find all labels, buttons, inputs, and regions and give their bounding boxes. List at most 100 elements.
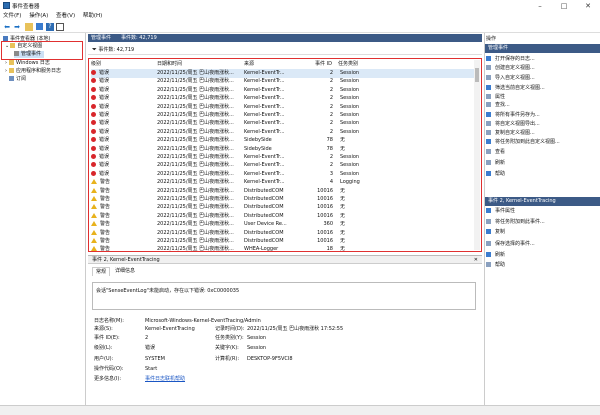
logged-value: 2022/11/25/周五 巴山夜雨涨秋 17:52:55 [247,326,344,332]
user-label: 用户(U): [94,356,114,362]
find-icon [486,102,491,107]
action-properties[interactable]: 属性 [486,93,505,101]
table-scrollbar[interactable] [474,60,480,250]
tree-app-service-logs[interactable]: › 应用程序和服务日志 [5,68,61,75]
event-action-refresh[interactable]: 刷新 [486,251,505,259]
event-action-event-properties[interactable]: 事件属性 [486,207,515,215]
action-import-view[interactable]: 导入自定义视图... [486,74,535,82]
tab-general[interactable]: 常规 [92,267,111,276]
row-task: 无 [340,246,346,252]
detail-tabs: 常规 详细信息 [88,266,482,276]
minimize-icon[interactable]: – [529,0,551,12]
help-icon[interactable]: ? [46,23,54,31]
action-save[interactable]: 将所有事件另存为... [486,111,540,119]
action-help[interactable]: 帮助 [486,170,505,178]
action-view[interactable]: 查看 [486,148,505,156]
row-source: WHEA-Logger [244,246,279,252]
event-id-label: 事件 ID(E): [94,335,120,341]
maximize-icon[interactable]: □ [553,0,575,12]
source-label: 来源(S): [94,326,113,332]
create-view-icon [486,65,491,70]
event-id-value: 2 [145,335,149,341]
help-icon [486,262,491,267]
filter-icon [486,85,491,90]
close-icon[interactable]: ✕ [577,0,599,12]
task-label: 任务类别(Y): [215,335,244,341]
save-icon [486,112,491,117]
refresh-icon [486,252,491,257]
copy-icon [486,229,491,234]
attach-task-icon [486,139,491,144]
col-event-id[interactable]: 事件 ID [315,60,332,69]
log-name-label: 日志名称(M): [94,318,124,324]
detail-header: 事件 2, Kernel-EventTracing ✕ [88,255,482,264]
events-count-bar: ⏷ 事件数: 42,719 [88,44,482,55]
opcode-label: 操作代码(O): [94,366,124,372]
refresh-icon[interactable] [36,23,43,30]
level-value: 错误 [145,345,156,351]
action-open-log[interactable]: 打开保存的日志... [486,55,535,63]
close-icon[interactable]: ✕ [474,256,478,265]
row-datetime: 2022/11/25/周五 巴山夜雨涨秋... [157,246,234,252]
events-header: 管理事件 事件数: 42,719 [88,34,482,42]
col-datetime[interactable]: 日期和时间 [157,60,182,69]
action-export[interactable]: 将自定义视图导出... [486,120,540,128]
event-viewer-icon [3,2,10,9]
row-event-id: 18 [326,246,333,252]
tree-subscriptions[interactable]: 订阅 [9,76,26,83]
table-header: 级别 日期和时间 来源 事件 ID 任务类别 [91,60,475,69]
menu-view[interactable]: 查看(V) [56,12,75,21]
back-icon[interactable]: ⬅ [3,23,11,31]
folder-icon [9,68,14,73]
logged-label: 记录时间(D): [215,326,245,332]
scrollbar-thumb[interactable] [475,68,479,82]
action-filter[interactable]: 筛选当前自定义视图... [486,84,545,92]
navigation-tree: 事件查看器 (本地) ⌄ 自定义视图 管理事件 › Windows 日志 › 应用程序… [0,33,86,405]
row-level: 警告 [91,245,110,251]
tree-highlight-box [1,41,83,60]
task-value: Session [247,335,267,341]
import-view-icon [486,75,491,80]
menu-help[interactable]: 帮助(H) [83,12,102,21]
online-help-link[interactable]: 事件日志联机帮助 [145,376,185,383]
forward-icon[interactable]: ➡ [13,23,21,31]
level-label: 级别(L): [94,345,113,351]
event-properties-icon [486,208,491,213]
filter-icon: ⏷ [92,46,97,53]
event-action-save[interactable]: 保存选择的事件... [486,240,535,248]
folder-icon[interactable] [25,23,33,31]
action-find[interactable]: 查找... [486,101,510,109]
properties-icon [486,94,491,99]
action-copy[interactable]: 复制自定义视图... [486,129,535,137]
computer-value: DESKTOP-9F5VCI8 [247,356,293,362]
event-action-attach-task[interactable]: 将任务附加到此事件... [486,218,545,226]
status-bar [0,405,600,415]
panel-icon[interactable] [56,23,64,31]
refresh-icon [486,160,491,165]
event-message: 会话"SenseEventLog"未能启动，存在以下错误: 0xC0000035 [92,282,476,310]
keywords-value: Session [247,345,267,351]
menu-action[interactable]: 操作(A) [29,12,48,21]
export-icon [486,121,491,126]
event-action-help[interactable]: 帮助 [486,261,505,269]
save-icon [486,241,491,246]
action-refresh[interactable]: 刷新 [486,159,505,167]
event-action-copy[interactable]: 复制 [486,228,505,236]
copy-icon [486,130,491,135]
tree-windows-logs[interactable]: › Windows 日志 [5,60,50,67]
action-attach-task[interactable]: 将任务附加到此自定义视图... [486,138,560,146]
col-level[interactable]: 级别 [91,60,101,69]
col-task-category[interactable]: 任务类别 [338,60,358,69]
tab-details[interactable]: 详细信息 [112,267,138,276]
subscription-icon [9,76,14,81]
actions-section-admin[interactable]: 管理事件 [485,44,600,53]
col-source[interactable]: 来源 [244,60,254,69]
actions-title: 操作 [486,36,497,42]
log-name-value: Microsoft-Windows-Kernel-EventTracing/Ad… [145,318,261,324]
view-icon [486,149,491,154]
actions-section-event[interactable]: 事件 2, Kernel-EventTracing [485,197,600,206]
menu-bar: 文件(F) 操作(A) 查看(V) 帮助(H) [0,12,600,21]
action-create-view[interactable]: 创建自定义视图... [486,64,535,72]
table-row[interactable]: 警告 2022/11/25/周五 巴山夜雨涨秋... WHEA-Logger 18 无 [91,245,475,252]
menu-file[interactable]: 文件(F) [3,12,21,21]
